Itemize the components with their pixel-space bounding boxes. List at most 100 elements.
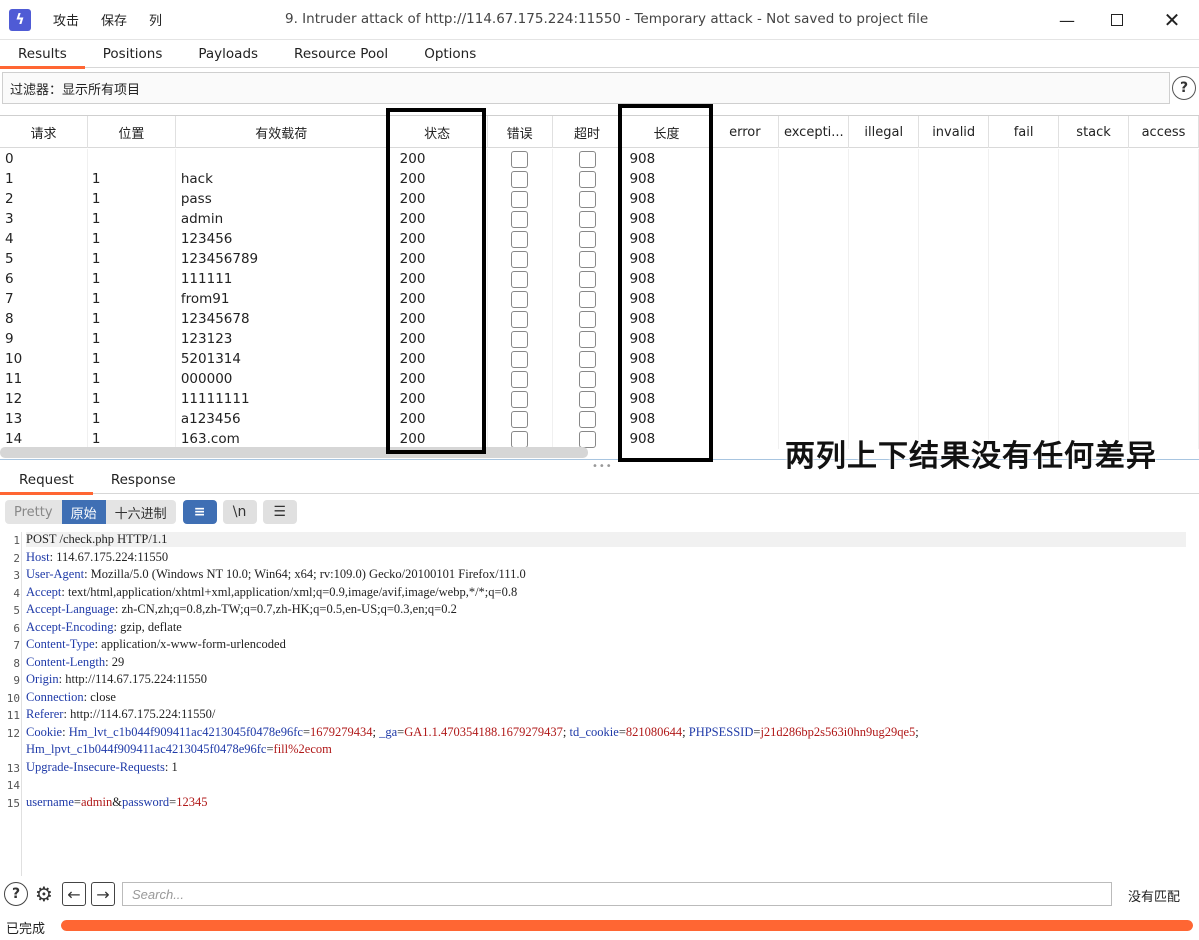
header-col-length[interactable]: 长度 bbox=[622, 116, 712, 148]
progress-bar bbox=[61, 920, 1193, 931]
table-row[interactable]: 11 1 000000 200 908 bbox=[0, 369, 1199, 389]
previous-arrow-icon[interactable]: ← bbox=[62, 882, 86, 906]
wrap-lines-icon[interactable]: ≡ bbox=[182, 500, 217, 524]
header-col-error-grep[interactable]: error bbox=[711, 116, 780, 148]
header-key: Hm_lvt_c1b044f909411ac4213045f0478e96fc bbox=[68, 724, 303, 739]
cell-col-exception bbox=[779, 149, 850, 169]
view-hex-button[interactable]: 十六进制 bbox=[105, 500, 176, 524]
search-input[interactable] bbox=[122, 882, 1112, 906]
table-row[interactable]: 4 1 123456 200 908 bbox=[0, 229, 1199, 249]
header-col-error[interactable]: 错误 bbox=[488, 116, 553, 148]
table-row[interactable]: 3 1 admin 200 908 bbox=[0, 209, 1199, 229]
tab-results[interactable]: Results bbox=[0, 40, 85, 69]
show-newlines-icon[interactable]: \n bbox=[222, 500, 257, 524]
header-col-stack[interactable]: stack bbox=[1059, 116, 1130, 148]
tab-positions[interactable]: Positions bbox=[85, 40, 181, 68]
cell-req: 14 bbox=[0, 429, 88, 449]
header-col-status[interactable]: 状态 bbox=[388, 116, 488, 148]
error-checkbox bbox=[511, 430, 529, 448]
cell-col-stack bbox=[1059, 389, 1130, 409]
header-col-invalid[interactable]: invalid bbox=[919, 116, 990, 148]
cell-payload: 111111 bbox=[176, 269, 388, 289]
cell-col-stack bbox=[1059, 149, 1130, 169]
text-token: : gzip, deflate bbox=[113, 619, 182, 634]
tab-response[interactable]: Response bbox=[93, 466, 194, 494]
tab-request[interactable]: Request bbox=[0, 466, 93, 495]
cell-status: 200 bbox=[388, 229, 488, 249]
cell-col-invalid bbox=[919, 249, 990, 269]
header-col-fail[interactable]: fail bbox=[989, 116, 1060, 148]
cell-pos: 1 bbox=[88, 269, 176, 289]
text-token: ; bbox=[915, 724, 919, 739]
value-token: admin bbox=[80, 794, 113, 809]
header-col-request[interactable]: 请求 bbox=[0, 116, 88, 148]
table-row[interactable]: 6 1 111111 200 908 bbox=[0, 269, 1199, 289]
table-row[interactable]: 12 1 11111111 200 908 bbox=[0, 389, 1199, 409]
timeout-checkbox bbox=[578, 350, 596, 368]
cell-payload: 5201314 bbox=[176, 349, 388, 369]
error-checkbox-cell bbox=[488, 409, 553, 429]
next-arrow-icon[interactable]: → bbox=[91, 882, 115, 906]
cell-payload: 000000 bbox=[176, 369, 388, 389]
header-col-access[interactable]: access bbox=[1129, 116, 1199, 148]
view-pretty-button[interactable]: Pretty bbox=[5, 500, 62, 524]
line-number: 12 bbox=[6, 726, 20, 740]
header-col-illegal[interactable]: illegal bbox=[849, 116, 920, 148]
line-number: 4 bbox=[13, 586, 20, 600]
header-key: User-Agent bbox=[26, 567, 85, 581]
table-row[interactable]: 10 1 5201314 200 908 bbox=[0, 349, 1199, 369]
error-checkbox-cell bbox=[488, 149, 553, 169]
request-editor[interactable]: 1 2 3 4 5 6 7 8 9 10 11 12 13 14 15 POST /check.php HT… bbox=[0, 532, 1199, 876]
maximize-icon[interactable] bbox=[1090, 0, 1144, 40]
table-row[interactable]: 2 1 pass 200 908 bbox=[0, 189, 1199, 209]
request-line: Origin: http://114.67.175.224:11550 bbox=[26, 672, 207, 687]
cell-req: 12 bbox=[0, 389, 88, 409]
cell-req: 6 bbox=[0, 269, 88, 289]
cell-req: 1 bbox=[0, 169, 88, 189]
cell-col-access bbox=[1129, 149, 1199, 169]
header-col-payload[interactable]: 有效载荷 bbox=[176, 116, 388, 148]
menu-attack[interactable]: 攻击 bbox=[49, 8, 83, 31]
header-col-timeout[interactable]: 超时 bbox=[553, 116, 623, 148]
timeout-checkbox-cell bbox=[553, 389, 623, 409]
cell-col-stack bbox=[1059, 169, 1130, 189]
horizontal-scrollbar[interactable] bbox=[0, 447, 588, 458]
tab-resource-pool[interactable]: Resource Pool bbox=[276, 40, 406, 68]
table-row[interactable]: 1 1 hack 200 908 bbox=[0, 169, 1199, 189]
request-line: Host: 114.67.175.224:11550 bbox=[26, 550, 168, 565]
view-raw-button[interactable]: 原始 bbox=[61, 500, 106, 524]
cell-col-error-grep bbox=[711, 369, 780, 389]
request-line: Connection: close bbox=[26, 690, 116, 705]
table-row[interactable]: 7 1 from91 200 908 bbox=[0, 289, 1199, 309]
editor-toolbar: Pretty 原始 十六进制 ≡ \n ☰ bbox=[5, 500, 297, 524]
cell-col-exception bbox=[779, 289, 850, 309]
filter-bar[interactable]: 过滤器：显示所有项目 bbox=[2, 72, 1170, 104]
tab-payloads[interactable]: Payloads bbox=[180, 40, 276, 68]
table-row[interactable]: 13 1 a123456 200 908 bbox=[0, 409, 1199, 429]
table-row[interactable]: 9 1 123123 200 908 bbox=[0, 329, 1199, 349]
table-row[interactable]: 8 1 12345678 200 908 bbox=[0, 309, 1199, 329]
help-icon[interactable]: ? bbox=[1172, 76, 1196, 100]
cell-col-access bbox=[1129, 409, 1199, 429]
header-col-exception[interactable]: excepti... bbox=[779, 116, 850, 148]
table-row[interactable]: 0 200 908 bbox=[0, 149, 1199, 169]
header-key: Upgrade-Insecure-Requests bbox=[26, 759, 165, 774]
help-icon[interactable]: ? bbox=[4, 882, 28, 906]
error-checkbox bbox=[511, 270, 529, 288]
timeout-checkbox bbox=[578, 170, 596, 188]
timeout-checkbox bbox=[578, 430, 596, 448]
cell-col-fail bbox=[989, 349, 1060, 369]
menu-columns[interactable]: 列 bbox=[145, 8, 166, 31]
menu-icon[interactable]: ☰ bbox=[262, 500, 297, 524]
error-checkbox-cell bbox=[488, 229, 553, 249]
table-row[interactable]: 5 1 123456789 200 908 bbox=[0, 249, 1199, 269]
window-title: 9. Intruder attack of http://114.67.175.… bbox=[285, 11, 929, 27]
settings-gear-icon[interactable]: ⚙ bbox=[32, 882, 56, 906]
burp-logo-icon: ϟ bbox=[9, 8, 31, 31]
line-number: 14 bbox=[6, 779, 20, 792]
close-icon[interactable]: ✕ bbox=[1145, 0, 1199, 40]
minimize-icon[interactable]: — bbox=[1040, 0, 1094, 40]
header-col-position[interactable]: 位置 bbox=[88, 116, 176, 148]
menu-save[interactable]: 保存 bbox=[97, 8, 131, 31]
tab-options[interactable]: Options bbox=[406, 40, 494, 68]
